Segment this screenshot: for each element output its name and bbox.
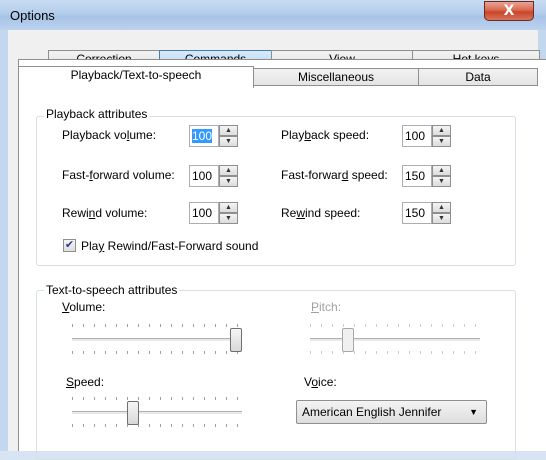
spin-up-icon[interactable]: ▲ (432, 125, 451, 136)
rewind-speed-label: Rewind speed: (281, 206, 361, 220)
spin-up-icon[interactable]: ▲ (432, 165, 451, 176)
slider-ticks (72, 351, 242, 354)
rewind-volume-label: Rewind volume: (62, 206, 148, 220)
close-button[interactable]: X (484, 1, 534, 21)
spin-up-icon[interactable]: ▲ (219, 202, 238, 213)
slider-ticks (310, 324, 480, 327)
slider-ticks (72, 424, 242, 427)
window-title: Options (10, 8, 55, 23)
ff-speed-label: Fast-forward speed: (281, 168, 388, 182)
playback-speed-spinner[interactable]: 100 ▲ ▼ (402, 125, 457, 147)
rewind-speed-input[interactable]: 150 (402, 202, 432, 224)
spin-down-icon[interactable]: ▼ (219, 176, 238, 187)
playback-attributes-label: Playback attributes (44, 107, 150, 121)
chevron-down-icon: ▼ (469, 407, 478, 417)
playback-speed-input[interactable]: 100 (402, 125, 432, 147)
spin-up-icon[interactable]: ▲ (219, 125, 238, 136)
tab-data[interactable]: Data (418, 68, 538, 86)
ff-volume-input[interactable]: 100 (189, 165, 219, 187)
slider-track (310, 338, 480, 342)
ff-speed-input[interactable]: 150 (402, 165, 432, 187)
slider-track (72, 411, 242, 415)
tts-pitch-slider (310, 318, 480, 362)
tts-volume-label: Volume: (62, 300, 106, 314)
tts-speed-slider[interactable] (72, 391, 242, 435)
slider-thumb[interactable] (127, 401, 139, 425)
rewind-sound-checkbox[interactable]: ✔ (63, 239, 76, 252)
slider-ticks (310, 351, 480, 354)
spin-down-icon[interactable]: ▼ (432, 136, 451, 147)
playback-volume-input[interactable]: 100 (189, 125, 219, 147)
ff-speed-spinner[interactable]: 150 ▲ ▼ (402, 165, 457, 187)
slider-ticks (72, 324, 242, 327)
spin-up-icon[interactable]: ▲ (432, 202, 451, 213)
voice-select[interactable]: American English Jennifer ▼ (296, 400, 487, 424)
slider-thumb (342, 328, 354, 352)
playback-volume-label: Playback volume: (62, 128, 157, 142)
checkmark-icon: ✔ (64, 239, 75, 251)
tts-speed-label: Speed: (66, 375, 105, 389)
slider-track (72, 338, 242, 342)
ff-volume-spinner[interactable]: 100 ▲ ▼ (189, 165, 244, 187)
slider-thumb[interactable] (230, 328, 242, 352)
spin-up-icon[interactable]: ▲ (219, 165, 238, 176)
slider-ticks (72, 397, 242, 400)
tab-data-label: Data (465, 70, 491, 84)
ff-volume-label: Fast-forward volume: (62, 168, 175, 182)
close-icon: X (503, 3, 515, 19)
tts-voice-label: Voice: (304, 375, 337, 389)
title-bar: Options (0, 0, 546, 30)
voice-select-value: American English Jennifer (302, 405, 442, 419)
rewind-volume-input[interactable]: 100 (189, 202, 219, 224)
tab-miscellaneous[interactable]: Miscellaneous (253, 68, 419, 86)
spin-down-icon[interactable]: ▼ (219, 213, 238, 224)
tts-attributes-label: Text-to-speech attributes (44, 283, 180, 297)
tab-playback-tts[interactable]: Playback/Text-to-speech (18, 66, 254, 88)
tts-volume-slider[interactable] (72, 318, 242, 362)
rewind-speed-spinner[interactable]: 150 ▲ ▼ (402, 202, 457, 224)
tab-playback-tts-label: Playback/Text-to-speech (70, 68, 202, 82)
spin-down-icon[interactable]: ▼ (432, 213, 451, 224)
rewind-sound-label[interactable]: Play Rewind/Fast-Forward sound (81, 239, 258, 253)
tts-pitch-label: Pitch: (311, 300, 342, 314)
spin-down-icon[interactable]: ▼ (219, 136, 238, 147)
tab-miscellaneous-label: Miscellaneous (297, 70, 375, 84)
playback-volume-spinner[interactable]: 100 ▲ ▼ (189, 125, 244, 147)
playback-speed-label: Playback speed: (281, 128, 370, 142)
spin-down-icon[interactable]: ▼ (432, 176, 451, 187)
rewind-volume-spinner[interactable]: 100 ▲ ▼ (189, 202, 244, 224)
window-frame-left (0, 30, 8, 451)
